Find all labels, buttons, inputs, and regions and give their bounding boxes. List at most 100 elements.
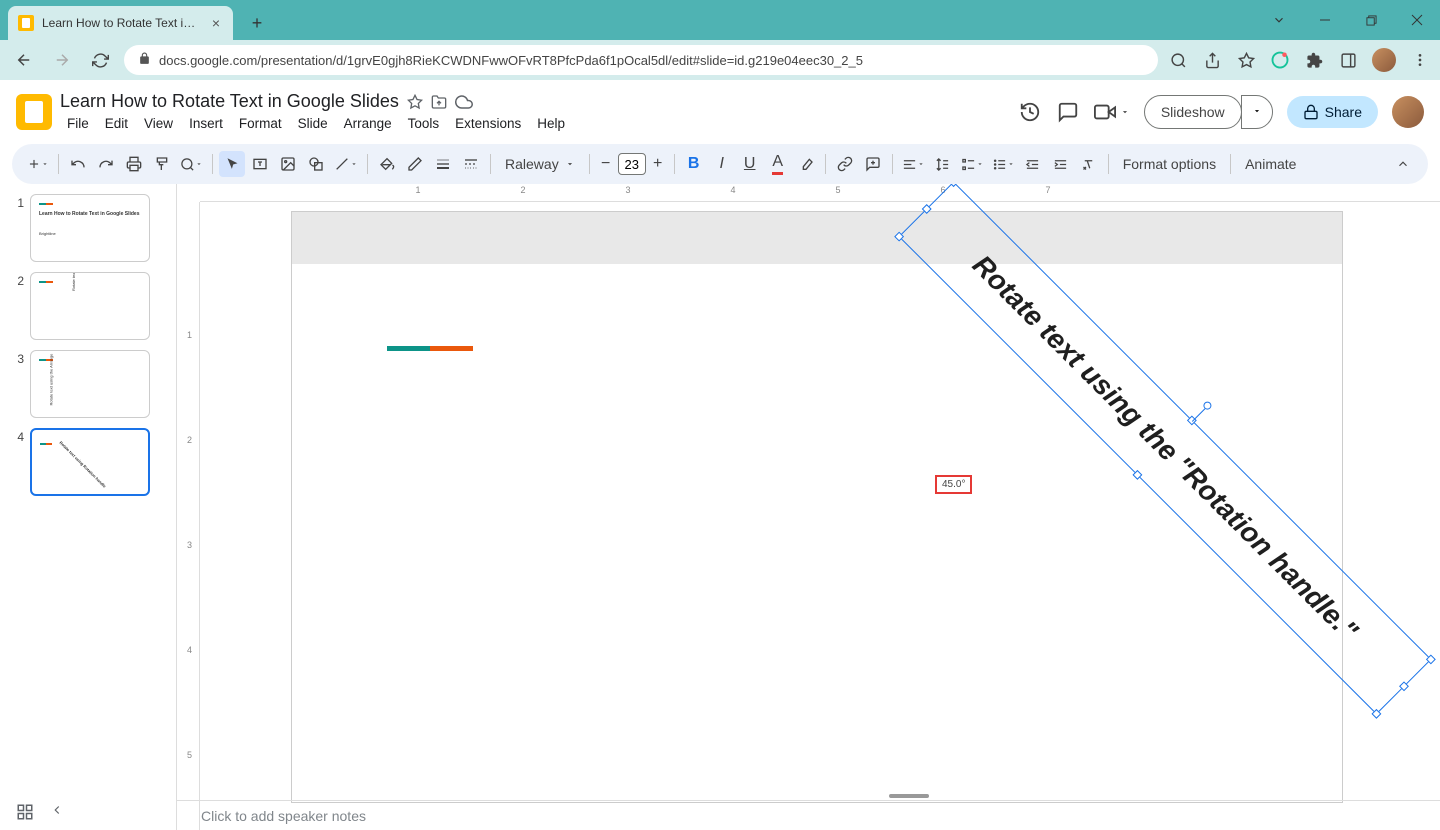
slide-overflow-area bbox=[292, 212, 1342, 264]
maximize-button[interactable] bbox=[1348, 3, 1394, 37]
slideshow-dropdown[interactable] bbox=[1241, 95, 1273, 129]
slides-logo[interactable] bbox=[16, 94, 52, 130]
resize-handle[interactable] bbox=[1399, 681, 1409, 691]
increase-font-button[interactable]: + bbox=[648, 154, 668, 174]
forward-button[interactable] bbox=[48, 46, 76, 74]
speaker-notes[interactable]: Click to add speaker notes bbox=[177, 800, 1440, 830]
reload-button[interactable] bbox=[86, 46, 114, 74]
undo-button[interactable] bbox=[65, 151, 91, 177]
cloud-saved-icon[interactable] bbox=[455, 93, 473, 111]
increase-indent-button[interactable] bbox=[1048, 151, 1074, 177]
shape-button[interactable] bbox=[303, 151, 329, 177]
line-spacing-button[interactable] bbox=[930, 151, 956, 177]
profile-avatar[interactable] bbox=[1372, 48, 1396, 72]
decrease-font-button[interactable]: − bbox=[596, 154, 616, 174]
horizontal-ruler[interactable]: 1 2 3 4 5 6 7 bbox=[200, 184, 1440, 202]
resize-handle[interactable] bbox=[949, 184, 959, 187]
sidepanel-icon[interactable] bbox=[1338, 50, 1358, 70]
share-url-icon[interactable] bbox=[1202, 50, 1222, 70]
url-input[interactable]: docs.google.com/presentation/d/1grvE0gjh… bbox=[124, 45, 1158, 75]
slideshow-button[interactable]: Slideshow bbox=[1144, 95, 1242, 129]
vertical-ruler[interactable]: 1 2 3 4 5 bbox=[177, 202, 200, 830]
font-family-select[interactable]: Raleway bbox=[497, 156, 583, 172]
menu-tools[interactable]: Tools bbox=[401, 114, 447, 133]
resize-handle[interactable] bbox=[922, 204, 932, 214]
rotation-angle-indicator: 45.0° bbox=[935, 475, 972, 494]
menu-arrange[interactable]: Arrange bbox=[337, 114, 399, 133]
align-button[interactable] bbox=[899, 151, 928, 177]
textbox-button[interactable] bbox=[247, 151, 273, 177]
checklist-button[interactable] bbox=[958, 151, 987, 177]
select-tool[interactable] bbox=[219, 151, 245, 177]
decrease-indent-button[interactable] bbox=[1020, 151, 1046, 177]
insert-comment-button[interactable] bbox=[860, 151, 886, 177]
slide-canvas[interactable]: Rotate text using the "Rotation handle."… bbox=[292, 212, 1342, 802]
slide-canvas-area: 1 2 3 4 5 6 7 1 2 3 4 5 Rotate text usin… bbox=[177, 184, 1440, 830]
share-button[interactable]: Share bbox=[1287, 96, 1378, 128]
document-title[interactable]: Learn How to Rotate Text in Google Slide… bbox=[60, 91, 399, 112]
resize-handle[interactable] bbox=[1132, 470, 1142, 480]
menu-file[interactable]: File bbox=[60, 114, 96, 133]
insert-link-button[interactable] bbox=[832, 151, 858, 177]
close-window-button[interactable] bbox=[1394, 3, 1440, 37]
collapse-toolbar-button[interactable] bbox=[1390, 151, 1416, 177]
speaker-notes-resize-handle[interactable] bbox=[889, 794, 929, 798]
thumb-number: 3 bbox=[14, 350, 24, 366]
font-size-input[interactable] bbox=[618, 153, 646, 175]
slide-thumbnail-1[interactable]: Learn How to Rotate Text in Google Slide… bbox=[30, 194, 150, 262]
menu-format[interactable]: Format bbox=[232, 114, 289, 133]
highlight-button[interactable] bbox=[793, 151, 819, 177]
menu-help[interactable]: Help bbox=[530, 114, 572, 133]
menu-view[interactable]: View bbox=[137, 114, 180, 133]
menu-insert[interactable]: Insert bbox=[182, 114, 230, 133]
accent-bar bbox=[387, 346, 473, 351]
bookmark-icon[interactable] bbox=[1236, 50, 1256, 70]
meet-button[interactable] bbox=[1094, 101, 1130, 123]
extensions-icon[interactable] bbox=[1304, 50, 1324, 70]
bold-button[interactable]: B bbox=[681, 151, 707, 177]
star-icon[interactable] bbox=[407, 94, 423, 110]
resize-handle[interactable] bbox=[1371, 709, 1381, 719]
menu-extensions[interactable]: Extensions bbox=[448, 114, 528, 133]
chrome-menu-icon[interactable] bbox=[1410, 50, 1430, 70]
slide-thumbnail-3[interactable]: Rotate text using the Arrange bbox=[30, 350, 150, 418]
account-avatar[interactable] bbox=[1392, 96, 1424, 128]
grid-view-icon[interactable] bbox=[16, 803, 34, 826]
italic-button[interactable]: I bbox=[709, 151, 735, 177]
back-button[interactable] bbox=[10, 46, 38, 74]
slide-thumbnail-2[interactable]: Rotate text in Google Slides bbox=[30, 272, 150, 340]
underline-button[interactable]: U bbox=[737, 151, 763, 177]
close-tab-icon[interactable]: × bbox=[209, 16, 223, 30]
text-color-button[interactable]: A bbox=[765, 151, 791, 177]
border-weight-button[interactable] bbox=[430, 151, 456, 177]
redo-button[interactable] bbox=[93, 151, 119, 177]
zoom-icon[interactable] bbox=[1168, 50, 1188, 70]
resize-handle[interactable] bbox=[1426, 654, 1436, 664]
line-button[interactable] bbox=[331, 151, 361, 177]
comments-icon[interactable] bbox=[1056, 100, 1080, 124]
grammarly-icon[interactable] bbox=[1270, 50, 1290, 70]
browser-tab[interactable]: Learn How to Rotate Text in Goo × bbox=[8, 6, 233, 40]
new-tab-button[interactable]: + bbox=[243, 9, 271, 37]
paint-format-button[interactable] bbox=[149, 151, 175, 177]
border-dash-button[interactable] bbox=[458, 151, 484, 177]
move-icon[interactable] bbox=[431, 94, 447, 110]
print-button[interactable] bbox=[121, 151, 147, 177]
dropdown-icon[interactable] bbox=[1256, 3, 1302, 37]
slide-thumbnail-4[interactable]: Rotate text using Rotation handle bbox=[30, 428, 150, 496]
zoom-button[interactable] bbox=[177, 151, 206, 177]
collapse-filmstrip-icon[interactable] bbox=[50, 803, 64, 826]
image-button[interactable] bbox=[275, 151, 301, 177]
clear-formatting-button[interactable] bbox=[1076, 151, 1102, 177]
new-slide-button[interactable] bbox=[24, 151, 52, 177]
menu-edit[interactable]: Edit bbox=[98, 114, 135, 133]
fill-color-button[interactable] bbox=[374, 151, 400, 177]
menu-slide[interactable]: Slide bbox=[291, 114, 335, 133]
bullet-list-button[interactable] bbox=[989, 151, 1018, 177]
menu-bar: File Edit View Insert Format Slide Arran… bbox=[60, 114, 1010, 133]
border-color-button[interactable] bbox=[402, 151, 428, 177]
animate-button[interactable]: Animate bbox=[1237, 156, 1304, 172]
format-options-button[interactable]: Format options bbox=[1115, 156, 1224, 172]
minimize-button[interactable] bbox=[1302, 3, 1348, 37]
history-icon[interactable] bbox=[1018, 100, 1042, 124]
